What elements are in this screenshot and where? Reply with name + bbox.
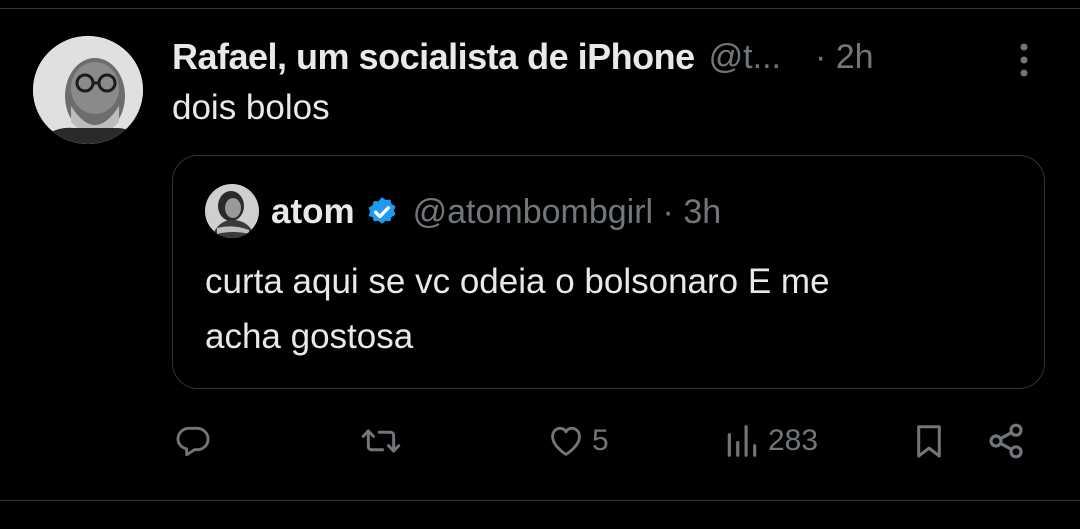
repost-button[interactable] (360, 418, 402, 464)
quoted-text-line-1: curta aqui se vc odeia o bolsonaro E me (205, 262, 830, 301)
bottom-divider (0, 500, 1080, 501)
tweet-timestamp[interactable]: · 2h (815, 38, 874, 77)
share-button[interactable] (986, 418, 1026, 464)
like-button[interactable]: 5 (546, 418, 609, 464)
tweet-text: dois bolos (172, 88, 330, 127)
verified-badge-icon (368, 197, 396, 224)
bookmark-icon (917, 425, 941, 458)
author-display-name[interactable]: Rafael, um socialista de iPhone (172, 36, 695, 78)
action-bar: 5 283 (0, 418, 1080, 464)
quoted-author-handle-time[interactable]: @atombombgirl · 3h (413, 193, 722, 232)
reply-button[interactable] (174, 418, 212, 464)
top-divider (0, 8, 1080, 9)
views-count: 283 (768, 424, 819, 457)
quoted-tweet-header: atom @atombombgirl · 3h (271, 189, 721, 235)
author-handle[interactable]: @t... (709, 38, 781, 77)
reply-icon (176, 426, 210, 457)
like-count: 5 (592, 424, 609, 457)
quoted-author-avatar[interactable] (205, 184, 259, 238)
share-icon (989, 423, 1023, 459)
tweet-header: Rafael, um socialista de iPhone @t... · … (172, 33, 992, 81)
views-button[interactable]: 283 (722, 418, 818, 464)
views-icon (727, 425, 757, 457)
author-avatar[interactable] (33, 36, 143, 144)
quoted-tweet-text: curta aqui se vc odeia o bolsonaro E me … (205, 254, 1005, 364)
repost-icon (361, 429, 401, 453)
avatar-photo-icon (33, 36, 143, 144)
quoted-avatar-photo-icon (205, 184, 259, 238)
quoted-text-line-2: acha gostosa (205, 317, 414, 356)
bookmark-button[interactable] (910, 418, 948, 464)
tweet-screen: Rafael, um socialista de iPhone @t... · … (0, 0, 1080, 529)
quoted-tweet[interactable]: atom @atombombgirl · 3h curta aqui se vc… (172, 155, 1045, 389)
quoted-author-name[interactable]: atom (271, 192, 355, 232)
more-vertical-icon[interactable] (1012, 40, 1036, 80)
heart-icon (551, 426, 581, 456)
